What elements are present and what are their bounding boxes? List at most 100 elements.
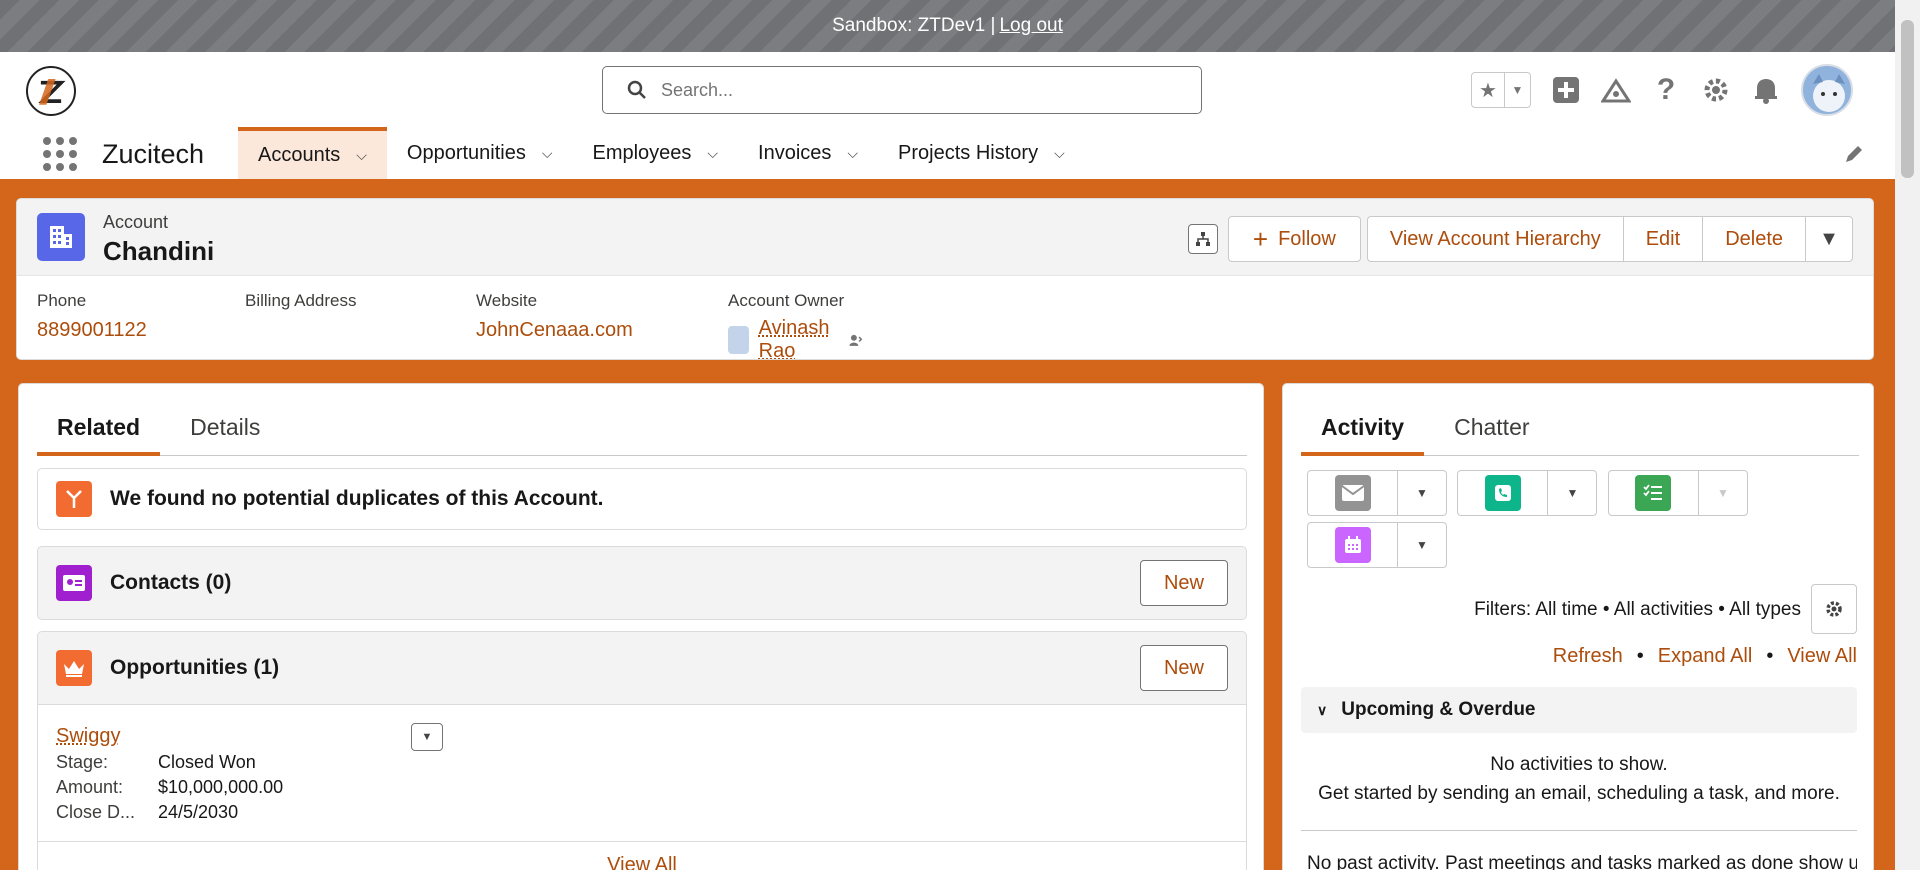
follow-label: Follow xyxy=(1278,227,1336,250)
new-opportunity-button[interactable]: New xyxy=(1140,645,1228,691)
activity-panel: Activity Chatter ▼ ▼ ▼ ▼ Filters: All ti… xyxy=(1282,383,1874,870)
change-owner-icon[interactable] xyxy=(848,330,863,350)
delete-button[interactable]: Delete xyxy=(1702,216,1805,262)
tab-activity[interactable]: Activity xyxy=(1301,384,1425,456)
contacts-related-list: Contacts (0) New xyxy=(37,546,1247,620)
nav-tab-invoices[interactable]: Invoices ⌵ xyxy=(738,127,878,179)
log-call-action[interactable]: ▼ xyxy=(1457,470,1598,516)
opportunity-link[interactable]: Swiggy xyxy=(56,725,1228,748)
no-activities-text: No activities to show. xyxy=(1490,754,1668,775)
hierarchy-icon-button[interactable] xyxy=(1187,224,1218,254)
opportunities-related-list: Opportunities (1) New Swiggy Stage: Clos… xyxy=(37,631,1247,870)
owner-link[interactable]: Avinash Rao xyxy=(759,317,842,359)
past-activity-message: No past activity. Past meetings and task… xyxy=(1301,830,1857,870)
duplicate-check-card: We found no potential duplicates of this… xyxy=(37,468,1247,530)
add-icon[interactable] xyxy=(1551,75,1581,105)
app-name: Zucitech xyxy=(102,139,205,169)
new-task-action[interactable]: ▼ xyxy=(1607,470,1748,516)
opportunity-stage-row: Stage: Closed Won xyxy=(56,752,1228,773)
nav-tab-label: Accounts xyxy=(258,143,341,166)
email-icon[interactable] xyxy=(1334,475,1371,511)
global-search-input[interactable]: Search... xyxy=(602,66,1202,114)
close-date-label: Close D... xyxy=(56,802,136,822)
chevron-down-icon[interactable]: ∨ xyxy=(1317,702,1327,719)
related-panel: Related Details We found no potential du… xyxy=(18,383,1264,870)
log-call-dropdown-icon[interactable]: ▼ xyxy=(1548,471,1596,515)
refresh-link[interactable]: Refresh xyxy=(1553,645,1623,668)
expand-all-link[interactable]: Expand All xyxy=(1658,645,1753,668)
tab-related[interactable]: Related xyxy=(37,384,161,456)
company-logo[interactable] xyxy=(26,66,76,116)
nav-tab-employees[interactable]: Employees ⌵ xyxy=(572,127,738,179)
tab-details[interactable]: Details xyxy=(170,384,280,456)
duplicate-message: We found no potential duplicates of this… xyxy=(110,487,604,510)
tab-chatter[interactable]: Chatter xyxy=(1434,384,1549,456)
favorites-dropdown-icon[interactable]: ▼ xyxy=(1505,73,1530,107)
stage-value: Closed Won xyxy=(158,752,256,772)
search-placeholder: Search... xyxy=(661,79,734,100)
new-event-action[interactable]: ▼ xyxy=(1307,522,1447,568)
chevron-down-icon[interactable]: ⌵ xyxy=(847,145,858,162)
view-all-activities-link[interactable]: View All xyxy=(1787,645,1857,668)
app-launcher-icon[interactable] xyxy=(43,137,77,171)
filter-settings-gear-icon[interactable] xyxy=(1811,584,1857,634)
chevron-down-icon[interactable]: ⌵ xyxy=(542,145,553,162)
phone-icon[interactable] xyxy=(1484,475,1521,511)
phone-value[interactable]: 8899001122 xyxy=(37,319,147,342)
sandbox-label: Sandbox: ZTDev1 | xyxy=(832,15,996,36)
activity-filters-text: Filters: All time • All activities • All… xyxy=(1474,599,1801,620)
calendar-icon[interactable] xyxy=(1334,527,1371,563)
website-link[interactable]: JohnCenaaa.com xyxy=(476,319,633,342)
event-dropdown-icon[interactable]: ▼ xyxy=(1398,523,1446,567)
amount-value: $10,000,000.00 xyxy=(158,777,284,797)
new-contact-button[interactable]: New xyxy=(1140,560,1228,606)
opportunity-row-actions-dropdown[interactable]: ▼ xyxy=(411,723,443,751)
owner-avatar xyxy=(728,326,749,354)
contact-card-icon xyxy=(56,565,92,601)
trailhead-icon[interactable] xyxy=(1601,75,1631,105)
follow-button[interactable]: + Follow xyxy=(1227,216,1361,262)
task-list-icon[interactable] xyxy=(1635,475,1672,511)
user-avatar[interactable] xyxy=(1801,64,1853,116)
contacts-title[interactable]: Contacts (0) xyxy=(110,571,231,595)
activity-tabs: Activity Chatter xyxy=(1301,384,1859,456)
nav-tab-opportunities[interactable]: Opportunities ⌵ xyxy=(387,127,573,179)
get-started-text: Get started by sending an email, schedul… xyxy=(1318,783,1840,804)
favorites-button[interactable]: ★ ▼ xyxy=(1471,72,1531,108)
opportunities-title[interactable]: Opportunities (1) xyxy=(110,656,279,680)
plus-icon: + xyxy=(1252,223,1269,254)
notifications-bell-icon[interactable] xyxy=(1751,75,1781,105)
phone-label: Phone xyxy=(37,291,87,310)
edit-nav-pencil-icon[interactable] xyxy=(1843,143,1865,170)
nav-tab-label: Projects History xyxy=(898,141,1039,164)
billing-address-label: Billing Address xyxy=(245,291,357,310)
view-account-hierarchy-button[interactable]: View Account Hierarchy xyxy=(1366,216,1623,262)
opportunity-tile: Swiggy Stage: Closed Won Amount: $10,000… xyxy=(38,704,1246,841)
nav-tab-label: Opportunities xyxy=(406,141,526,164)
upcoming-overdue-section-header[interactable]: ∨ Upcoming & Overdue xyxy=(1301,687,1857,733)
page-scrollbar[interactable] xyxy=(1895,0,1920,870)
edit-button[interactable]: Edit xyxy=(1622,216,1703,262)
record-title: Chandini xyxy=(103,236,215,266)
no-activities-message: No activities to show. Get started by se… xyxy=(1301,750,1857,808)
crown-icon xyxy=(56,650,92,686)
scrollbar-thumb[interactable] xyxy=(1901,20,1914,178)
website-label: Website xyxy=(476,291,538,310)
account-owner-label: Account Owner xyxy=(728,291,845,310)
chevron-down-icon[interactable]: ⌵ xyxy=(356,147,367,164)
global-header: Search... ★ ▼ ? xyxy=(0,52,1895,127)
email-action[interactable]: ▼ xyxy=(1307,470,1447,516)
email-dropdown-icon[interactable]: ▼ xyxy=(1398,471,1446,515)
help-icon[interactable]: ? xyxy=(1651,73,1681,106)
chevron-down-icon[interactable]: ⌵ xyxy=(1054,145,1065,162)
more-actions-dropdown[interactable]: ▼ xyxy=(1805,216,1853,262)
view-all-opportunities-link[interactable]: View All xyxy=(38,841,1246,870)
related-tabs: Related Details xyxy=(37,384,1247,456)
setup-gear-icon[interactable] xyxy=(1701,75,1731,105)
logout-link[interactable]: Log out xyxy=(999,15,1062,37)
nav-tab-accounts[interactable]: Accounts ⌵ xyxy=(238,127,387,179)
favorites-star-icon[interactable]: ★ xyxy=(1472,73,1505,107)
chevron-down-icon[interactable]: ⌵ xyxy=(707,145,718,162)
nav-tab-projects-history[interactable]: Projects History ⌵ xyxy=(878,127,1085,179)
record-header: Account Chandini + Follow View Account H… xyxy=(16,198,1874,360)
